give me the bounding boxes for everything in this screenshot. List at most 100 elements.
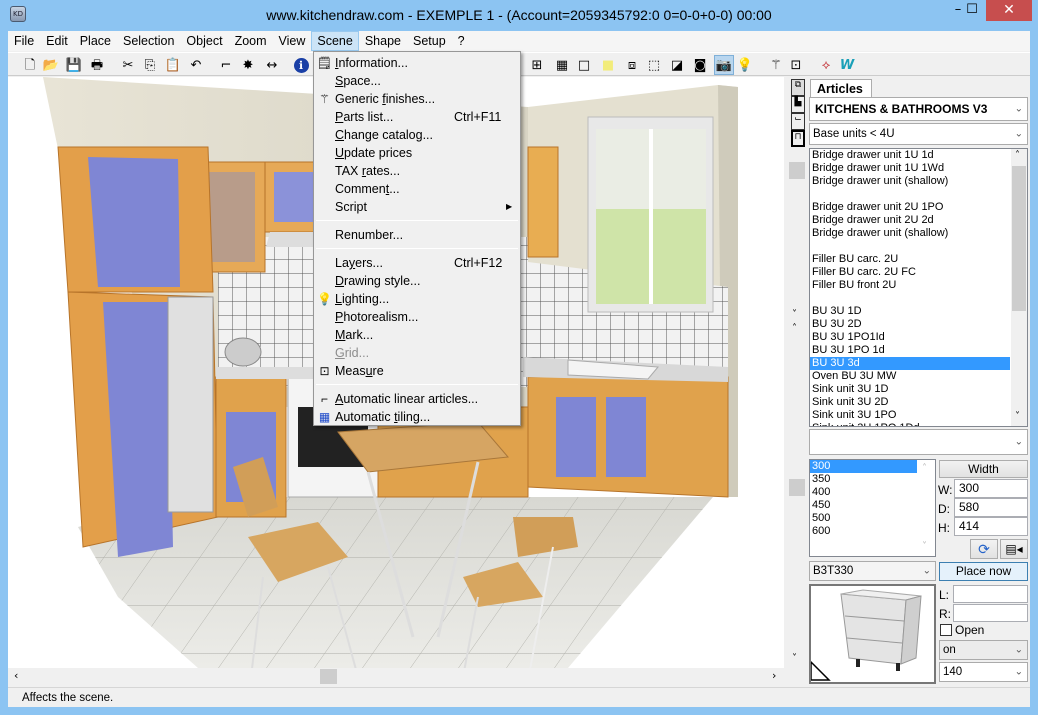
- wireframe-cube-button[interactable]: ⧈: [622, 55, 642, 75]
- new-document-button[interactable]: 🗋: [20, 55, 40, 75]
- article-item[interactable]: Bridge drawer unit (shallow): [810, 175, 1027, 188]
- horizontal-scroll-thumb[interactable]: [320, 669, 337, 684]
- paste-button[interactable]: 📋: [163, 55, 183, 75]
- scroll-down-icon[interactable]: ˅: [792, 309, 797, 320]
- article-item[interactable]: BU 3U 2D: [810, 318, 1027, 331]
- menu-place[interactable]: Place: [74, 31, 117, 51]
- width-option[interactable]: 400: [810, 486, 935, 499]
- article-item[interactable]: Filler BU front 2U: [810, 279, 1027, 292]
- scroll-thumb[interactable]: [789, 479, 805, 496]
- hidden-line-cube-button[interactable]: ⬚: [644, 55, 664, 75]
- menu-item-grid[interactable]: Grid...: [314, 344, 520, 362]
- article-item[interactable]: BU 3U 1D: [810, 305, 1027, 318]
- dimension-button[interactable]: ↔: [262, 55, 282, 75]
- menu-item-information[interactable]: 🗒 Information...: [314, 54, 520, 72]
- width-list[interactable]: 300 350 400 450 500 600: [809, 459, 936, 557]
- scroll-up-icon[interactable]: ˄: [792, 323, 797, 334]
- width-field[interactable]: 300: [954, 479, 1028, 498]
- menu-selection[interactable]: Selection: [117, 31, 180, 51]
- bug-button[interactable]: ✸: [238, 55, 258, 75]
- articles-list[interactable]: Bridge drawer unit 1U 1d Bridge drawer un…: [809, 148, 1028, 427]
- wall-tab[interactable]: ▙: [791, 96, 805, 113]
- save-button[interactable]: 💾: [64, 55, 84, 75]
- menu-item-automatic-tiling[interactable]: ▦ Automatic tiling...: [314, 408, 520, 426]
- menu-item-drawing-style[interactable]: Drawing style...: [314, 272, 520, 290]
- option1-select[interactable]: on ⌄: [939, 640, 1028, 660]
- info-button[interactable]: ℹ: [291, 55, 311, 75]
- scroll-down-icon[interactable]: ˅: [1015, 411, 1020, 422]
- scroll-right-icon[interactable]: ›: [772, 669, 776, 682]
- menu-zoom[interactable]: Zoom: [229, 31, 273, 51]
- open-folder-button[interactable]: 📂: [41, 55, 61, 75]
- list-options-button[interactable]: ▤◂: [1000, 539, 1028, 559]
- article-item[interactable]: Bridge drawer unit (shallow): [810, 227, 1027, 240]
- width-option[interactable]: 300: [810, 460, 917, 473]
- menu-item-automatic-linear-articles[interactable]: ⌐ Automatic linear articles...: [314, 390, 520, 408]
- menu-item-parts-list[interactable]: Parts list... Ctrl+F11: [314, 108, 520, 126]
- menu-object[interactable]: Object: [180, 31, 228, 51]
- menu-item-lighting[interactable]: 💡 Lighting...: [314, 290, 520, 308]
- menu-item-generic-finishes[interactable]: ⚚ Generic finishes...: [314, 90, 520, 108]
- window-tab[interactable]: ⊓: [791, 130, 805, 147]
- copy-button[interactable]: ⎘: [140, 55, 160, 75]
- menu-item-mark[interactable]: Mark...: [314, 326, 520, 344]
- outline-square-button[interactable]: □: [574, 55, 594, 75]
- menu-item-renumber[interactable]: Renumber...: [314, 226, 520, 244]
- option2-select[interactable]: 140 ⌄: [939, 662, 1028, 682]
- menu-item-space[interactable]: Space...: [314, 72, 520, 90]
- height-field[interactable]: 414: [954, 517, 1028, 536]
- menu-item-measure[interactable]: ⊡ Measure: [314, 362, 520, 380]
- article-item[interactable]: Bridge drawer unit 1U 1Wd: [810, 162, 1027, 175]
- menu-item-photorealism[interactable]: Photorealism...: [314, 308, 520, 326]
- menu-item-change-catalog[interactable]: Change catalog...: [314, 126, 520, 144]
- width-option[interactable]: 450: [810, 499, 935, 512]
- shaded-cube-button[interactable]: ◪: [667, 55, 687, 75]
- menu-item-layers[interactable]: Layers... Ctrl+F12: [314, 254, 520, 272]
- menu-view[interactable]: View: [273, 31, 312, 51]
- catalog-select[interactable]: KITCHENS & BATHROOMS V3 ⌄: [809, 97, 1028, 121]
- print-button[interactable]: 🖶: [87, 55, 107, 75]
- articles-scrollbar[interactable]: ˄ ˅: [1011, 149, 1027, 426]
- article-item[interactable]: Sink unit 3U 1D: [810, 383, 1027, 396]
- scroll-up-icon[interactable]: ˄: [1015, 150, 1020, 161]
- article-item[interactable]: Bridge drawer unit 2U 2d: [810, 214, 1027, 227]
- width-option[interactable]: 600: [810, 525, 935, 538]
- tab-articles[interactable]: Articles: [810, 79, 872, 97]
- width-option[interactable]: 350: [810, 473, 935, 486]
- panel-vertical-scrollbar[interactable]: ˄ ˅ ˄ ˅: [789, 77, 805, 667]
- article-item[interactable]: Filler BU carc. 2U FC: [810, 266, 1027, 279]
- scroll-thumb[interactable]: [1012, 166, 1026, 311]
- close-button[interactable]: ✕: [986, 0, 1032, 21]
- staircase-button[interactable]: ⌐: [216, 55, 236, 75]
- scroll-up-icon[interactable]: ˄: [922, 463, 927, 474]
- width-button[interactable]: Width: [939, 460, 1028, 478]
- article-item[interactable]: Bridge drawer unit 2U 1PO: [810, 201, 1027, 214]
- horizontal-scrollbar[interactable]: ‹ ›: [8, 668, 784, 685]
- variant-select[interactable]: ⌄: [809, 429, 1028, 455]
- path-tab[interactable]: ⌙: [791, 113, 805, 130]
- tape-measure-button[interactable]: ⊡: [786, 55, 806, 75]
- place-now-button[interactable]: Place now: [939, 562, 1028, 581]
- article-item[interactable]: Sink unit 3U 2D: [810, 396, 1027, 409]
- menu-file[interactable]: File: [8, 31, 40, 51]
- reference-select[interactable]: B3T330 ⌄: [809, 561, 936, 581]
- article-item[interactable]: BU 3U 1PO1Id: [810, 331, 1027, 344]
- catalog-tab[interactable]: ⧉: [791, 79, 805, 96]
- polygon-button[interactable]: ⟡: [816, 55, 836, 75]
- menu-shape[interactable]: Shape: [359, 31, 407, 51]
- menu-item-update-prices[interactable]: Update prices: [314, 144, 520, 162]
- menu-item-tax-rates[interactable]: TAX rates...: [314, 162, 520, 180]
- article-item[interactable]: Bridge drawer unit 1U 1d: [810, 149, 1027, 162]
- depth-field[interactable]: 580: [954, 498, 1028, 517]
- article-item[interactable]: Oven BU 3U MW: [810, 370, 1027, 383]
- width-option[interactable]: 500: [810, 512, 935, 525]
- render-camera-button[interactable]: ◙: [690, 55, 710, 75]
- l-field[interactable]: [953, 585, 1028, 603]
- cut-button[interactable]: ✂: [118, 55, 138, 75]
- elevation-button[interactable]: ▦: [552, 55, 572, 75]
- menu-help[interactable]: ?: [452, 31, 471, 51]
- scroll-thumb[interactable]: [789, 162, 805, 179]
- article-item[interactable]: BU 3U 3d: [810, 357, 1010, 370]
- article-item[interactable]: Sink unit 3U 1PO: [810, 409, 1027, 422]
- magic-wand-button[interactable]: ⚚: [766, 55, 786, 75]
